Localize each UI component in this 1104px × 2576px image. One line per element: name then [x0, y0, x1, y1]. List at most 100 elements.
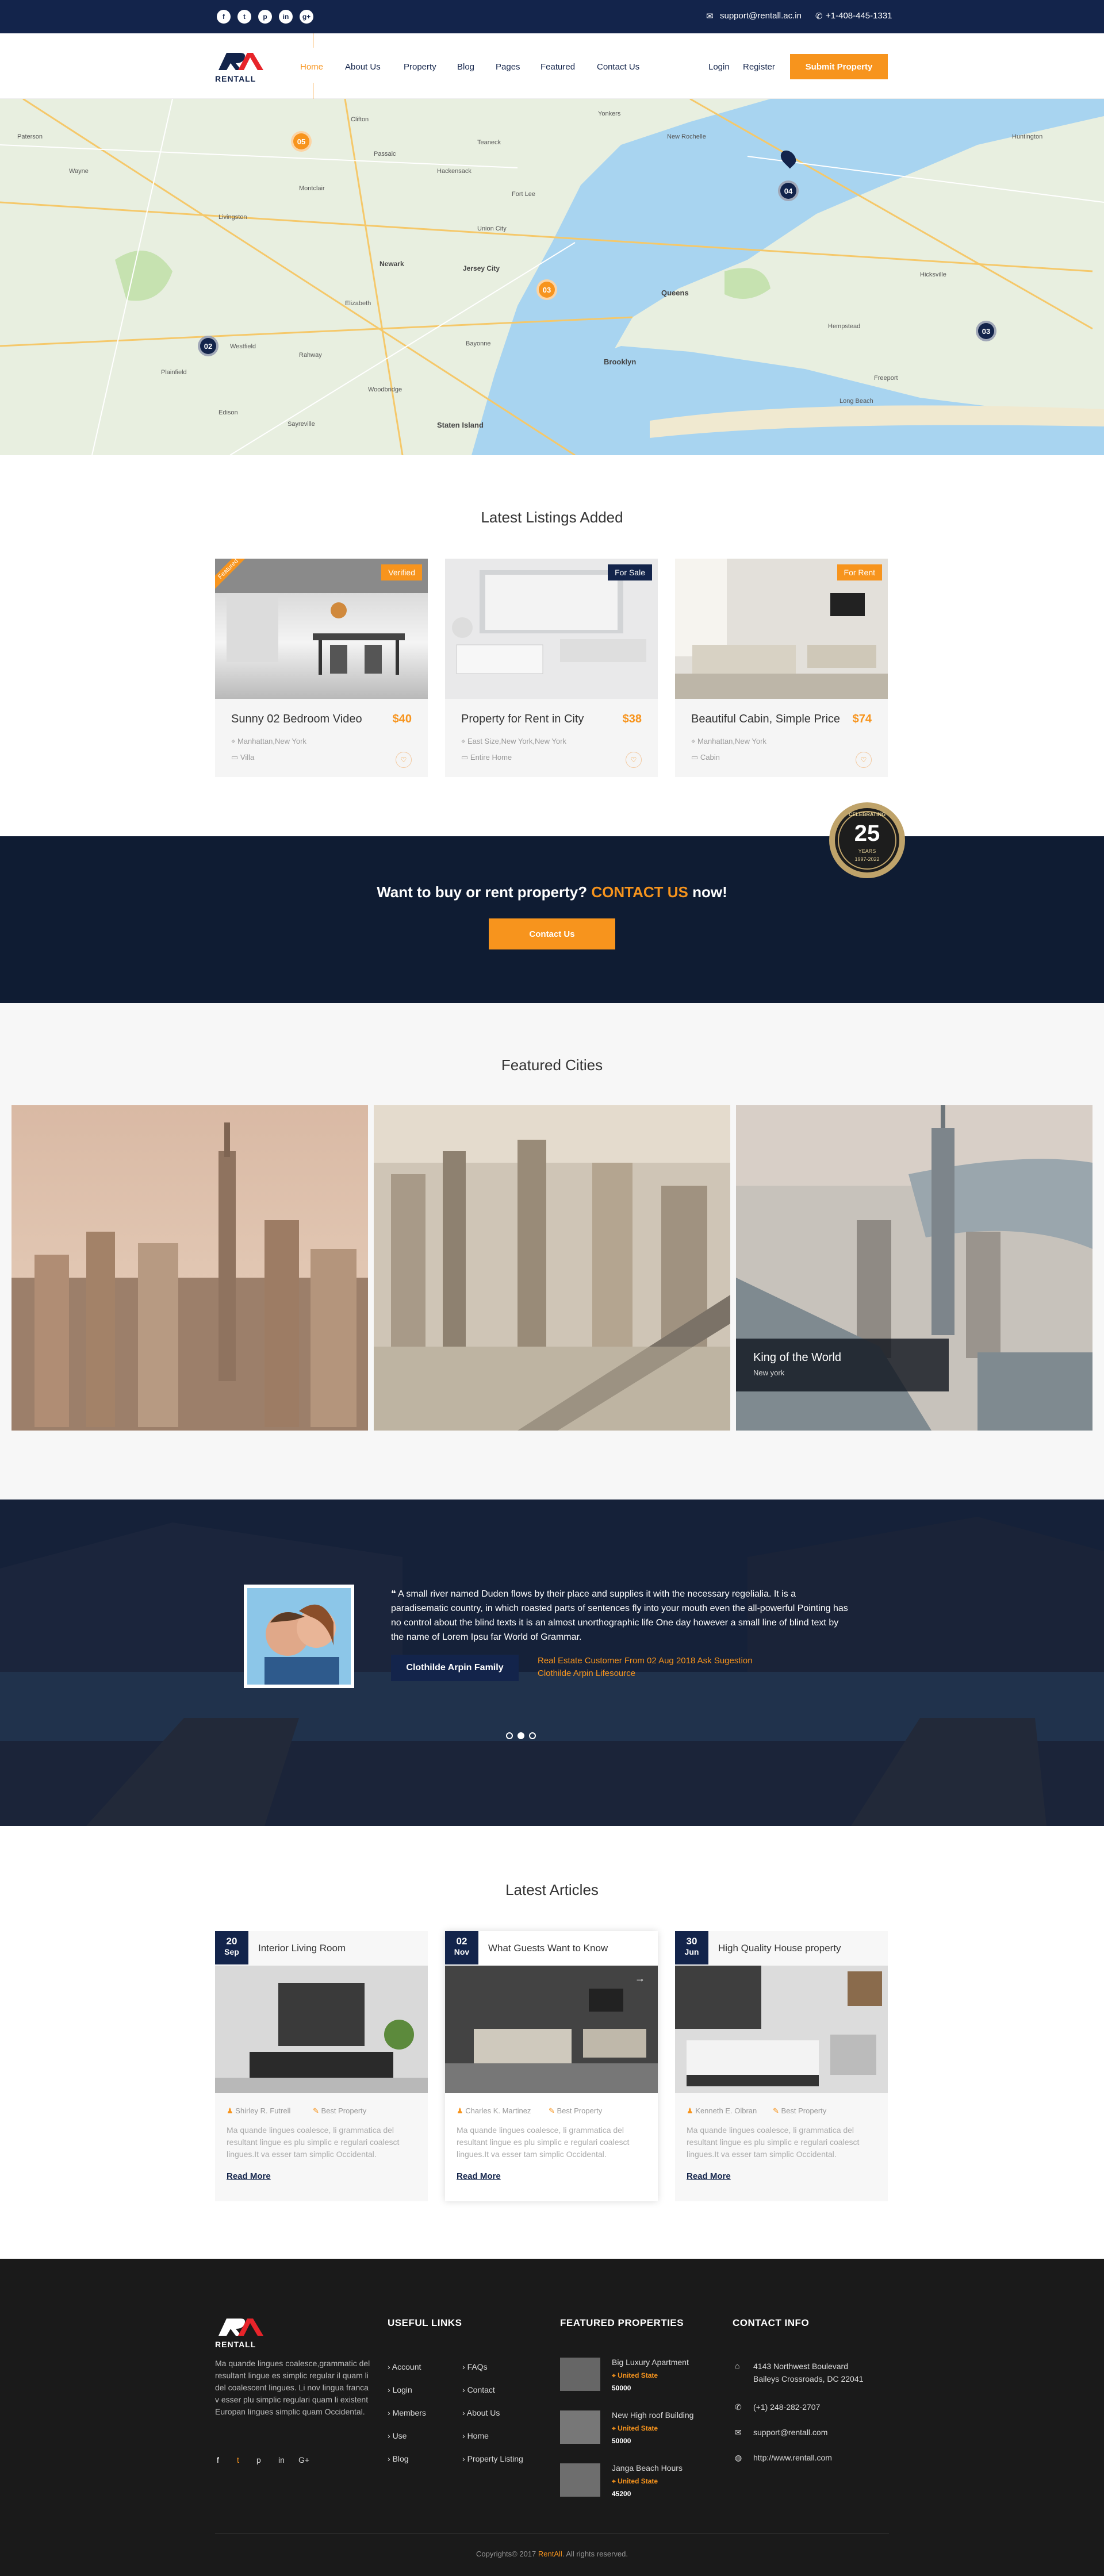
nav-home[interactable]: Home — [300, 62, 323, 72]
footer-web[interactable]: http://www.rentall.com — [753, 2453, 832, 2462]
register-link[interactable]: Register — [743, 62, 775, 72]
footer-link[interactable]: › About Us — [462, 2408, 500, 2417]
login-link[interactable]: Login — [708, 62, 730, 72]
article-title[interactable]: What Guests Want to Know — [488, 1943, 608, 1954]
featured-thumb[interactable] — [560, 2463, 600, 2497]
article-title[interactable]: Interior Living Room — [258, 1943, 346, 1954]
article-category[interactable]: Best Property — [321, 2106, 367, 2115]
twitter-icon[interactable]: t — [237, 2455, 239, 2464]
map-pin[interactable]: 03 — [536, 279, 557, 300]
facebook-icon[interactable]: f — [217, 10, 231, 24]
map-pin[interactable]: 04 — [778, 180, 799, 201]
map-label: Sayreville — [288, 421, 315, 428]
topbar-email[interactable]: support@rentall.ac.in — [720, 11, 802, 21]
footer-link[interactable]: › Blog — [388, 2454, 409, 2463]
article-category[interactable]: Best Property — [781, 2106, 827, 2115]
map-label: Newark — [379, 260, 404, 268]
footer-link[interactable]: › Use — [388, 2431, 407, 2440]
facebook-icon[interactable]: f — [217, 2455, 219, 2464]
footer-email[interactable]: support@rentall.com — [753, 2428, 827, 2437]
footer-phone[interactable]: (+1) 248-282-2707 — [753, 2402, 820, 2412]
footer-link[interactable]: › Members — [388, 2408, 426, 2417]
arrow-right-icon[interactable]: → — [635, 1973, 645, 1985]
nav-contact[interactable]: Contact Us — [597, 62, 639, 72]
map-pin[interactable]: 02 — [198, 336, 218, 356]
contact-us-button[interactable]: Contact Us — [489, 918, 615, 949]
linkedin-icon[interactable]: in — [279, 10, 293, 24]
listing-title[interactable]: Property for Rent in City — [461, 713, 584, 726]
footer-logo[interactable]: RENTALL — [215, 2316, 270, 2349]
article-card[interactable]: 02 Nov What Guests Want to Know → ♟ Char… — [445, 1931, 658, 2201]
google-plus-icon[interactable]: g+ — [300, 10, 313, 24]
listing-title[interactable]: Beautiful Cabin, Simple Price — [691, 713, 840, 726]
nav-pages[interactable]: Pages — [496, 62, 520, 72]
featured-name[interactable]: New High roof Building — [612, 2410, 693, 2420]
footer-link[interactable]: › Property Listing — [462, 2454, 523, 2463]
featured-name[interactable]: Janga Beach Hours — [612, 2463, 683, 2473]
cta-banner: Want to buy or rent property? CONTACT US… — [0, 836, 1104, 1003]
listing-image[interactable]: Featured Verified — [215, 559, 428, 699]
read-more-link[interactable]: Read More — [227, 2171, 271, 2181]
slider-dot-active[interactable] — [518, 1732, 524, 1739]
featured-thumb[interactable] — [560, 2358, 600, 2391]
city-card[interactable] — [374, 1105, 730, 1431]
slider-dot[interactable] — [506, 1732, 513, 1739]
google-plus-icon[interactable]: G+ — [298, 2455, 309, 2464]
featured-thumb[interactable] — [560, 2410, 600, 2444]
article-card[interactable]: 20 Sep Interior Living Room ♟ Shirley R.… — [215, 1931, 428, 2201]
listing-card[interactable]: For Sale Property for Rent in City $38 ⌖… — [445, 559, 658, 777]
location-icon: ⌖ — [612, 2424, 618, 2432]
linkedin-icon[interactable]: in — [278, 2455, 285, 2464]
location-icon: ⌖ — [612, 2477, 618, 2485]
listing-title[interactable]: Sunny 02 Bedroom Video — [231, 713, 362, 726]
submit-property-button[interactable]: Submit Property — [790, 54, 888, 79]
listing-card[interactable]: Featured Verified Sunny 02 Bedroom Video… — [215, 559, 428, 777]
property-map[interactable]: Paterson Clifton Wayne Passaic Montclair… — [0, 99, 1104, 455]
twitter-icon[interactable]: t — [237, 10, 251, 24]
slider-dot[interactable] — [529, 1732, 536, 1739]
map-label: Yonkers — [598, 110, 621, 117]
nav-blog[interactable]: Blog — [457, 62, 474, 72]
nav-property[interactable]: Property — [404, 62, 436, 72]
footer-link[interactable]: › Contact — [462, 2385, 495, 2394]
listing-image[interactable]: For Sale — [445, 559, 658, 699]
city-name[interactable]: King of the World — [753, 1351, 841, 1364]
city-card[interactable] — [12, 1105, 368, 1431]
client-role: Real Estate Customer From 02 Aug 2018 As… — [538, 1655, 753, 1680]
location-icon: ⌖ — [231, 737, 237, 745]
topbar-phone[interactable]: +1-408-445-1331 — [826, 11, 892, 21]
map-pin[interactable]: 05 — [291, 131, 312, 152]
logo[interactable]: RENTALL — [215, 51, 270, 83]
read-more-link[interactable]: Read More — [687, 2171, 731, 2181]
testimonial-quote-text: A small river named Duden flows by their… — [391, 1589, 848, 1642]
article-image[interactable] — [675, 1966, 888, 2093]
article-image[interactable] — [215, 1966, 428, 2093]
footer-link[interactable]: › FAQs — [462, 2362, 488, 2371]
heart-icon[interactable]: ♡ — [856, 752, 872, 768]
article-category[interactable]: Best Property — [557, 2106, 603, 2115]
nav-featured[interactable]: Featured — [540, 62, 575, 72]
footer-logo-text: RENTALL — [215, 2340, 256, 2349]
article-author[interactable]: Charles K. Martinez — [465, 2106, 531, 2115]
listing-image[interactable]: For Rent — [675, 559, 888, 699]
read-more-link[interactable]: Read More — [457, 2171, 501, 2181]
pinterest-icon[interactable]: p — [256, 2455, 261, 2464]
map-pin[interactable]: 03 — [976, 321, 996, 341]
heart-icon[interactable]: ♡ — [396, 752, 412, 768]
heart-icon[interactable]: ♡ — [626, 752, 642, 768]
nav-about[interactable]: About Us — [345, 62, 381, 72]
article-author[interactable]: Kenneth E. Olbran — [695, 2106, 757, 2115]
article-card[interactable]: 30 Jun High Quality House property ♟ Ken… — [675, 1931, 888, 2201]
footer-link[interactable]: › Home — [462, 2431, 489, 2440]
footer-link[interactable]: › Account — [388, 2362, 421, 2371]
pinterest-icon[interactable]: p — [258, 10, 272, 24]
article-author[interactable]: Shirley R. Futrell — [235, 2106, 290, 2115]
map-label: Huntington — [1012, 133, 1043, 140]
copyright-brand[interactable]: RentAll — [538, 2550, 562, 2558]
footer-link[interactable]: › Login — [388, 2385, 412, 2394]
city-card[interactable]: King of the World New york — [736, 1105, 1092, 1431]
article-image[interactable] — [445, 1966, 658, 2093]
article-title[interactable]: High Quality House property — [718, 1943, 841, 1954]
listing-card[interactable]: For Rent Beautiful Cabin, Simple Price $… — [675, 559, 888, 777]
featured-name[interactable]: Big Luxury Apartment — [612, 2358, 689, 2367]
